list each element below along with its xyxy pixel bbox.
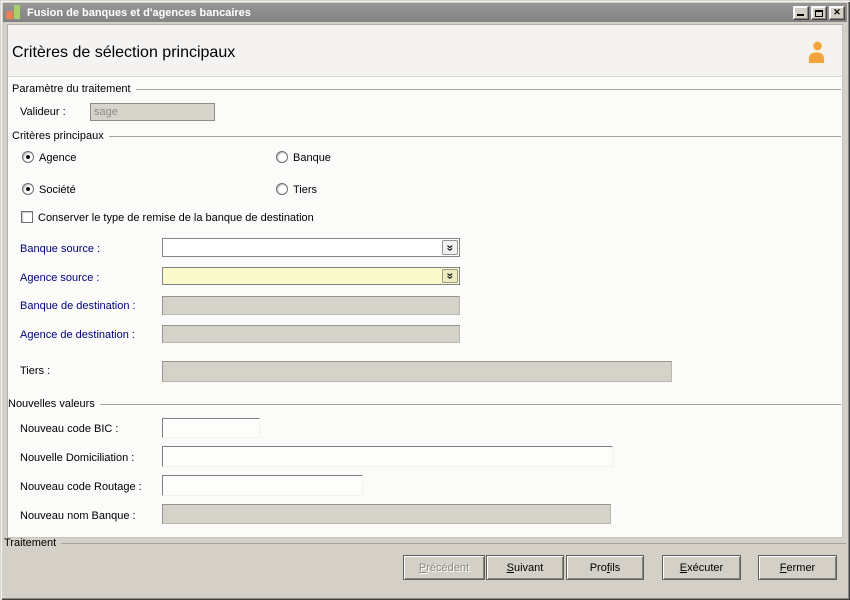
radio-banque-label[interactable]: Banque (293, 152, 331, 165)
radio-societe[interactable] (22, 183, 34, 195)
conserver-remise-checkbox-label[interactable]: Conserver le type de remise de la banque… (38, 212, 314, 225)
suivant-button[interactable]: Suivant (486, 555, 564, 580)
profils-button[interactable]: Profils (566, 555, 644, 580)
precedent-button: Précédent (403, 555, 485, 580)
group-criteres-label: Critères principaux (12, 130, 104, 142)
radio-tiers-label[interactable]: Tiers (293, 184, 317, 197)
group-traitement-label: Traitement (4, 537, 56, 549)
radio-societe-label[interactable]: Société (39, 184, 76, 197)
group-criteres-principaux: Critères principaux (12, 129, 841, 142)
radio-tiers[interactable] (276, 183, 288, 195)
agence-source-dropdown-button[interactable]: » (442, 269, 458, 283)
chevron-double-down-icon: » (444, 273, 456, 280)
agence-destination-label: Agence de destination : (20, 329, 135, 342)
executer-button[interactable]: Exécuter (662, 555, 741, 580)
group-traitement: Traitement (4, 536, 846, 549)
group-nouvelles-label: Nouvelles valeurs (8, 398, 95, 410)
dialog-window: Fusion de banques et d'agences bancaires… (0, 0, 850, 600)
banque-destination-field (162, 296, 460, 315)
app-icon (6, 5, 21, 20)
banque-source-label: Banque source : (20, 243, 100, 256)
app-icon-green-block (14, 5, 20, 19)
app-icon-orange-block (6, 11, 13, 19)
tiers-label: Tiers : (20, 365, 50, 378)
page-title: Critères de sélection principaux (12, 44, 235, 62)
nouveau-code-bic-input[interactable] (162, 418, 260, 438)
nouvelle-domiciliation-input[interactable] (162, 446, 613, 467)
maximize-icon (815, 10, 823, 17)
agence-destination-field (162, 325, 460, 343)
group-parametre-label: Paramètre du traitement (12, 83, 131, 95)
close-icon: ✕ (830, 7, 844, 18)
fermer-button[interactable]: Fermer (758, 555, 837, 580)
tiers-field (162, 361, 672, 382)
group-line (100, 404, 841, 405)
maximize-button[interactable] (811, 6, 827, 20)
chevron-double-down-icon: » (444, 244, 456, 251)
banque-source-dropdown-button[interactable]: » (442, 240, 458, 255)
nouveau-nom-banque-label: Nouveau nom Banque : (20, 510, 136, 523)
radio-agence[interactable] (22, 151, 34, 163)
minimize-button[interactable] (793, 6, 809, 20)
nouveau-code-routage-input[interactable] (162, 475, 363, 496)
user-icon[interactable] (805, 41, 827, 65)
group-line (136, 89, 841, 90)
nouveau-code-bic-label: Nouveau code BIC : (20, 423, 118, 436)
valideur-input (90, 103, 215, 121)
radio-banque[interactable] (276, 151, 288, 163)
window-title: Fusion de banques et d'agences bancaires (27, 7, 251, 19)
window-controls: ✕ (793, 6, 845, 20)
group-line (109, 136, 841, 137)
title-bar[interactable]: Fusion de banques et d'agences bancaires… (3, 3, 847, 22)
nouveau-nom-banque-field (162, 504, 611, 524)
group-nouvelles-valeurs: Nouvelles valeurs (8, 397, 841, 410)
agence-source-combobox[interactable]: » (162, 267, 460, 285)
radio-agence-label[interactable]: Agence (39, 152, 76, 165)
banque-destination-label: Banque de destination : (20, 300, 136, 313)
group-line (61, 543, 846, 544)
minimize-icon (797, 14, 804, 16)
valideur-label: Valideur : (20, 106, 66, 119)
banque-source-combobox[interactable]: » (162, 238, 460, 257)
close-button[interactable]: ✕ (829, 6, 845, 20)
conserver-remise-checkbox[interactable] (21, 211, 33, 223)
nouvelle-domiciliation-label: Nouvelle Domiciliation : (20, 452, 134, 465)
nouveau-code-routage-label: Nouveau code Routage : (20, 481, 142, 494)
agence-source-label: Agence source : (20, 272, 100, 285)
group-parametre-du-traitement: Paramètre du traitement (12, 82, 841, 95)
